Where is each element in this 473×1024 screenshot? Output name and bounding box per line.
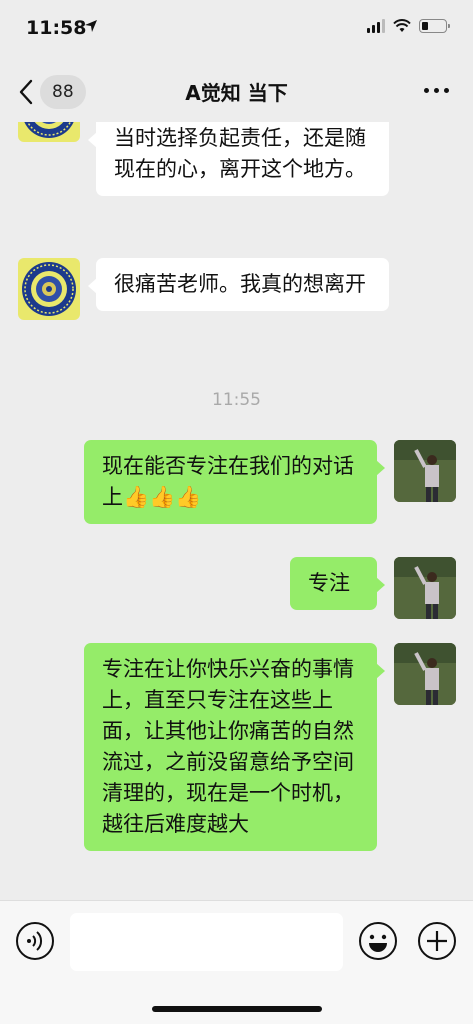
emoji-icon[interactable] <box>358 921 398 961</box>
message-bubble[interactable]: 很痛苦老师。我真的想离开 <box>88 258 389 311</box>
home-indicator <box>152 1006 322 1012</box>
contact-avatar[interactable] <box>18 122 80 142</box>
message-text: 专注 <box>308 571 350 595</box>
wifi-icon <box>393 19 411 32</box>
person-photo-image <box>394 643 456 705</box>
message-list[interactable]: 当时选择负起责任，还是随现在的心，离开这个地方。 很痛苦老师。我真的想离开 11… <box>0 122 473 900</box>
chat-title: A觉知 当下 <box>185 81 288 105</box>
location-arrow-icon <box>85 20 97 32</box>
message-bubble[interactable]: 现在能否专注在我们的对话上👍👍👍 <box>84 440 385 524</box>
message-text: 专注在让你快乐兴奋的事情上，直至只专注在这些上面，让其他让你痛苦的自然流过，之前… <box>102 657 354 836</box>
message-input[interactable] <box>70 913 343 971</box>
plus-icon[interactable] <box>417 921 457 961</box>
mandala-avatar-image <box>22 262 76 316</box>
message-text: 现在能否专注在我们的对话上👍👍👍 <box>102 454 354 509</box>
message-bubble[interactable]: 专注在让你快乐兴奋的事情上，直至只专注在这些上面，让其他让你痛苦的自然流过，之前… <box>84 643 385 851</box>
battery-icon <box>419 19 450 33</box>
message-bubble[interactable]: 专注 <box>290 557 385 610</box>
message-text: 当时选择负起责任，还是随现在的心，离开这个地方。 <box>114 126 366 181</box>
status-bar: 11:58 <box>0 0 473 60</box>
voice-icon[interactable] <box>15 921 55 961</box>
contact-avatar[interactable] <box>18 258 80 320</box>
status-time: 11:58 <box>26 17 87 39</box>
person-photo-image <box>394 557 456 619</box>
my-avatar[interactable] <box>394 440 456 502</box>
more-button[interactable] <box>424 88 449 93</box>
signal-icon <box>367 19 385 33</box>
message-text: 很痛苦老师。我真的想离开 <box>114 272 366 296</box>
mandala-avatar-image <box>24 122 74 138</box>
message-timestamp: 11:55 <box>212 390 261 410</box>
chat-header: 88 A觉知 当下 <box>0 60 473 122</box>
person-photo-image <box>394 440 456 502</box>
more-icon <box>424 88 429 93</box>
status-icons <box>367 19 450 33</box>
my-avatar[interactable] <box>394 557 456 619</box>
message-bubble[interactable]: 当时选择负起责任，还是随现在的心，离开这个地方。 <box>88 122 389 196</box>
my-avatar[interactable] <box>394 643 456 705</box>
